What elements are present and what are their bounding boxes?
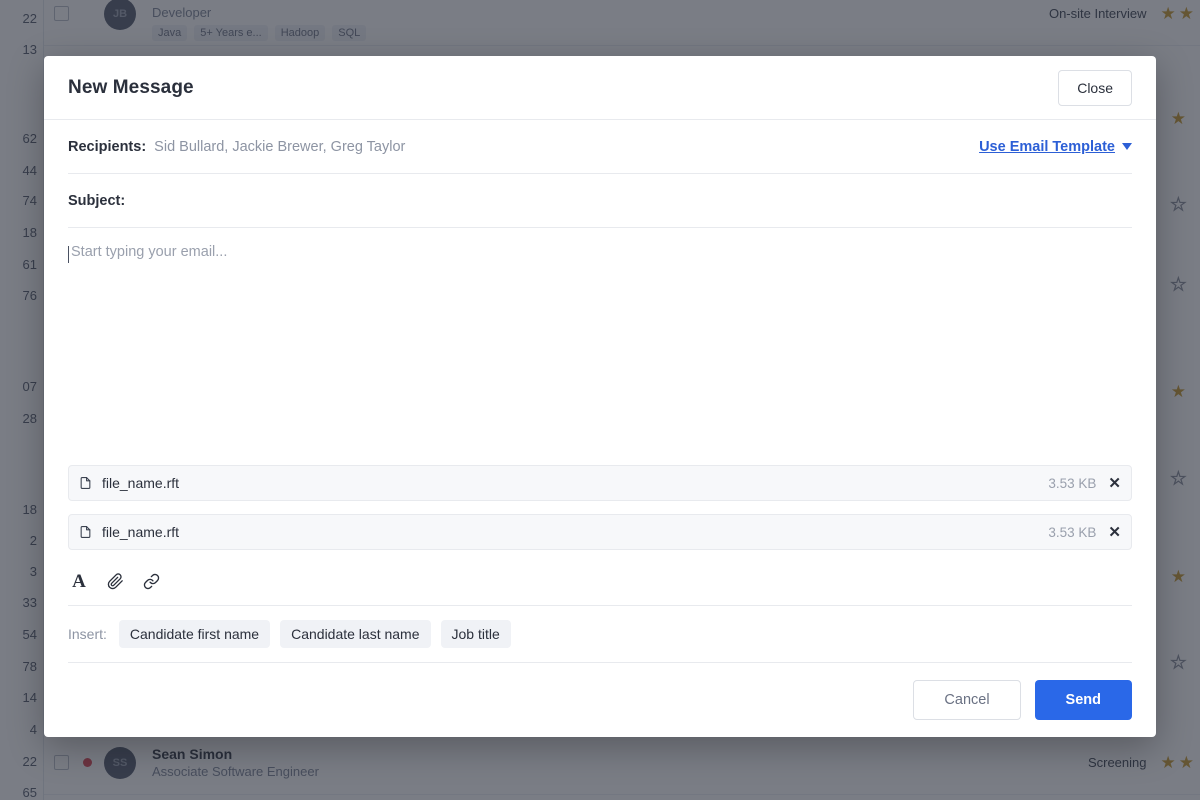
recipients-input[interactable]: Sid Bullard, Jackie Brewer, Greg Taylor [154, 139, 979, 155]
send-button[interactable]: Send [1034, 680, 1132, 720]
attachment-list: file_name.rft 3.53 KB ✕ file_name.rft 3.53 K… [68, 465, 1132, 563]
insert-chip[interactable]: Candidate first name [118, 620, 271, 648]
modal-footer: Cancel Send [68, 663, 1132, 737]
paperclip-icon[interactable] [104, 570, 126, 592]
file-icon [79, 475, 92, 491]
email-body-editor[interactable]: Start typing your email... [68, 228, 1132, 465]
cancel-button[interactable]: Cancel [913, 680, 1021, 720]
insert-chip[interactable]: Job title [440, 620, 511, 648]
recipients-label: Recipients: [68, 138, 147, 155]
attachment-size: 3.53 KB [1048, 524, 1097, 540]
subject-label: Subject: [68, 192, 126, 209]
use-email-template-label: Use Email Template [979, 138, 1115, 155]
attachment-name: file_name.rft [102, 524, 180, 540]
attachment-item[interactable]: file_name.rft 3.53 KB ✕ [68, 514, 1132, 550]
insert-chip[interactable]: Candidate last name [280, 620, 431, 648]
close-button[interactable]: Close [1058, 69, 1132, 106]
new-message-modal: New Message Close Recipients: Sid Bullar… [44, 56, 1156, 737]
remove-attachment-icon[interactable]: ✕ [1108, 525, 1121, 540]
subject-row: Subject: [68, 174, 1132, 228]
remove-attachment-icon[interactable]: ✕ [1108, 476, 1121, 491]
modal-header: New Message Close [44, 56, 1156, 120]
subject-input[interactable] [133, 192, 1132, 209]
editor-toolbar: A [68, 563, 1132, 606]
insert-label: Insert: [68, 626, 107, 642]
recipients-row: Recipients: Sid Bullard, Jackie Brewer, … [68, 120, 1132, 174]
attachment-size: 3.53 KB [1048, 475, 1097, 491]
link-icon[interactable] [140, 570, 162, 592]
text-format-icon[interactable]: A [68, 570, 90, 592]
page-title: New Message [68, 76, 194, 98]
attachment-item[interactable]: file_name.rft 3.53 KB ✕ [68, 465, 1132, 501]
chevron-down-icon [1122, 143, 1132, 150]
email-body-placeholder: Start typing your email... [71, 244, 228, 260]
text-cursor [68, 246, 69, 263]
attachment-name: file_name.rft [102, 475, 180, 491]
use-email-template-dropdown[interactable]: Use Email Template [979, 139, 1132, 155]
insert-chip-group: Candidate first name Candidate last name J… [118, 620, 511, 648]
insert-variables-row: Insert: Candidate first name Candidate la… [68, 606, 1132, 663]
file-icon [79, 524, 92, 540]
